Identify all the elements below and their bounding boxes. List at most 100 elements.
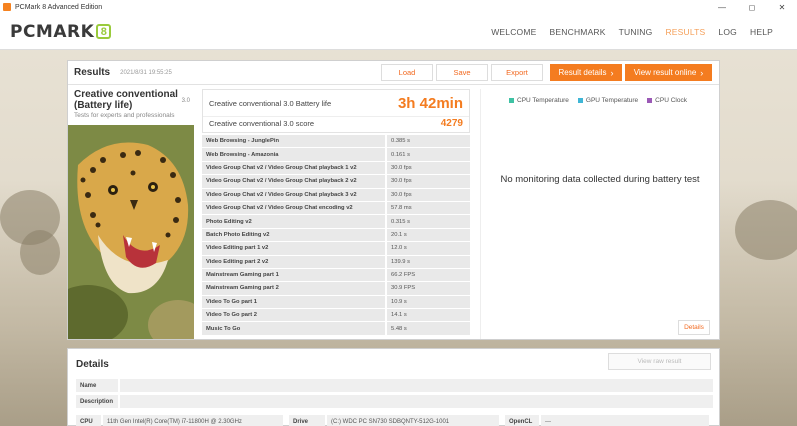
nav-welcome[interactable]: WELCOME bbox=[491, 27, 536, 37]
results-date: 2021/8/31 19:55:25 bbox=[120, 69, 172, 76]
results-panel: Results 2021/8/31 19:55:25 Load Save Exp… bbox=[67, 60, 720, 340]
score-value: 4279 bbox=[440, 118, 463, 129]
subscore-name: Mainstream Gaming part 2 bbox=[202, 282, 385, 295]
chevron-right-icon: › bbox=[610, 67, 614, 78]
window-title: PCMark 8 Advanced Edition bbox=[15, 3, 103, 11]
logo-text: PCMARK bbox=[10, 21, 95, 42]
background-tree bbox=[735, 200, 797, 260]
subscore-row: Video Group Chat v2 / Video Group Chat p… bbox=[202, 188, 470, 202]
description-value bbox=[120, 395, 713, 408]
subscore-value: 0.315 s bbox=[387, 215, 470, 228]
export-button[interactable]: Export bbox=[491, 64, 543, 81]
nav-results[interactable]: RESULTS bbox=[665, 27, 705, 37]
subscore-value: 30.9 FPS bbox=[387, 282, 470, 295]
cpu-value: 11th Gen Intel(R) Core(TM) i7-11800H @ 2… bbox=[103, 415, 283, 426]
view-result-online-button[interactable]: View result online › bbox=[625, 64, 712, 81]
opencl-label: OpenCL bbox=[505, 415, 539, 426]
subscore-row: Video To Go part 2 14.1 s bbox=[202, 309, 470, 323]
nav-log[interactable]: LOG bbox=[718, 27, 737, 37]
legend-item: CPU Temperature bbox=[509, 97, 569, 104]
subscore-name: Video Editing part 2 v2 bbox=[202, 255, 385, 268]
subscore-row: Web Browsing - Amazonia 0.161 s bbox=[202, 148, 470, 162]
legend-swatch-icon bbox=[509, 98, 514, 103]
legend-swatch-icon bbox=[577, 98, 583, 103]
details-button[interactable]: Details bbox=[678, 320, 710, 335]
subscore-value: 10.9 s bbox=[387, 295, 470, 309]
subscore-value: 12.0 s bbox=[387, 242, 470, 255]
subscore-name: Photo Editing v2 bbox=[202, 215, 385, 228]
view-result-online-label: View result online bbox=[633, 68, 697, 77]
subscore-name: Video To Go part 1 bbox=[202, 295, 385, 309]
battery-life-label: Creative conventional 3.0 Battery life bbox=[209, 98, 332, 108]
subscore-value: 14.1 s bbox=[387, 309, 470, 322]
battery-life-row: Creative conventional 3.0 Battery life 3… bbox=[203, 94, 469, 112]
chevron-right-icon: › bbox=[700, 67, 704, 78]
drive-label: Drive bbox=[289, 415, 325, 426]
subscore-name: Web Browsing - JunglePin bbox=[202, 135, 385, 148]
nav-help[interactable]: HELP bbox=[750, 27, 773, 37]
monitoring-legend: CPU Temperature GPU Temperature CPU Clock bbox=[509, 97, 718, 104]
opencl-value: --- bbox=[541, 415, 709, 426]
main-nav: WELCOME BENCHMARK TUNING RESULTS LOG HEL… bbox=[478, 27, 773, 37]
subscore-name: Mainstream Gaming part 1 bbox=[202, 268, 385, 282]
name-label: Name bbox=[76, 379, 118, 392]
drive-value: (C:) WDC PC SN730 SDBQNTY-512G-1001 bbox=[327, 415, 499, 426]
subscore-row: Video To Go part 1 10.9 s bbox=[202, 295, 470, 310]
view-raw-result-button[interactable]: View raw result bbox=[608, 353, 711, 370]
nav-benchmark[interactable]: BENCHMARK bbox=[550, 27, 606, 37]
maximize-button[interactable]: ◻ bbox=[737, 3, 767, 12]
legend-label: CPU Clock bbox=[655, 97, 687, 104]
legend-swatch-icon bbox=[647, 98, 653, 103]
subscore-row: Batch Photo Editing v2 20.1 s bbox=[202, 228, 470, 243]
logo-badge: 8 bbox=[96, 24, 112, 39]
subscore-value: 20.1 s bbox=[387, 228, 470, 242]
subscore-table: Web Browsing - JunglePin 0.385 s Web Brows… bbox=[202, 135, 470, 336]
result-details-label: Result details bbox=[558, 68, 607, 77]
pcmark-logo: PCMARK 8 bbox=[10, 21, 112, 42]
legend-item: CPU Clock bbox=[647, 97, 687, 104]
test-name: Creative conventional (Battery life) bbox=[74, 89, 178, 111]
nav-tuning[interactable]: TUNING bbox=[619, 27, 653, 37]
subscore-name: Video To Go part 2 bbox=[202, 309, 385, 322]
app-header: PCMARK 8 WELCOME BENCHMARK TUNING RESULT… bbox=[0, 14, 797, 50]
subscore-name: Music To Go bbox=[202, 322, 385, 335]
subscore-value: 66.2 FPS bbox=[387, 268, 470, 282]
subscore-name: Batch Photo Editing v2 bbox=[202, 228, 385, 242]
test-description: Tests for experts and professionals bbox=[74, 112, 175, 119]
subscore-row: Mainstream Gaming part 1 66.2 FPS bbox=[202, 268, 470, 283]
legend-item: GPU Temperature bbox=[577, 97, 639, 104]
details-panel: Details View raw result Name Description… bbox=[67, 348, 720, 426]
details-hardware-row: CPU 11th Gen Intel(R) Core(TM) i7-11800H… bbox=[76, 415, 709, 426]
subscore-row: Music To Go 5.48 s bbox=[202, 322, 470, 336]
score-row: Creative conventional 3.0 score 4279 bbox=[203, 116, 469, 130]
leopard-image bbox=[68, 125, 194, 339]
subscore-name: Video Group Chat v2 / Video Group Chat p… bbox=[202, 175, 385, 188]
app-icon bbox=[3, 3, 11, 11]
subscore-value: 0.385 s bbox=[387, 135, 470, 148]
details-description-row: Description bbox=[76, 395, 713, 408]
subscore-value: 139.9 s bbox=[387, 255, 470, 268]
window-titlebar: PCMark 8 Advanced Edition — ◻ ✕ bbox=[0, 0, 797, 14]
leopard-illustration bbox=[68, 125, 194, 339]
minimize-button[interactable]: — bbox=[707, 3, 737, 12]
score-box: Creative conventional 3.0 Battery life 3… bbox=[202, 89, 470, 133]
result-details-button[interactable]: Result details › bbox=[550, 64, 622, 81]
subscore-row: Video Group Chat v2 / Video Group Chat p… bbox=[202, 161, 470, 176]
subscore-row: Mainstream Gaming part 2 30.9 FPS bbox=[202, 282, 470, 296]
subscore-name: Video Group Chat v2 / Video Group Chat e… bbox=[202, 201, 385, 215]
name-value bbox=[120, 379, 713, 392]
details-title: Details bbox=[76, 359, 109, 370]
subscore-name: Web Browsing - Amazonia bbox=[202, 148, 385, 161]
cpu-label: CPU bbox=[76, 415, 101, 426]
subscore-name: Video Group Chat v2 / Video Group Chat p… bbox=[202, 188, 385, 201]
close-button[interactable]: ✕ bbox=[767, 3, 797, 12]
subscore-row: Photo Editing v2 0.315 s bbox=[202, 215, 470, 229]
battery-life-value: 3h 42min bbox=[397, 94, 463, 112]
legend-label: GPU Temperature bbox=[585, 97, 639, 104]
test-version: 3.0 bbox=[181, 98, 190, 104]
description-label: Description bbox=[76, 395, 118, 408]
subscore-value: 0.161 s bbox=[387, 148, 470, 161]
subscore-row: Video Group Chat v2 / Video Group Chat e… bbox=[202, 201, 470, 216]
load-button[interactable]: Load bbox=[381, 64, 433, 81]
save-button[interactable]: Save bbox=[436, 64, 488, 81]
